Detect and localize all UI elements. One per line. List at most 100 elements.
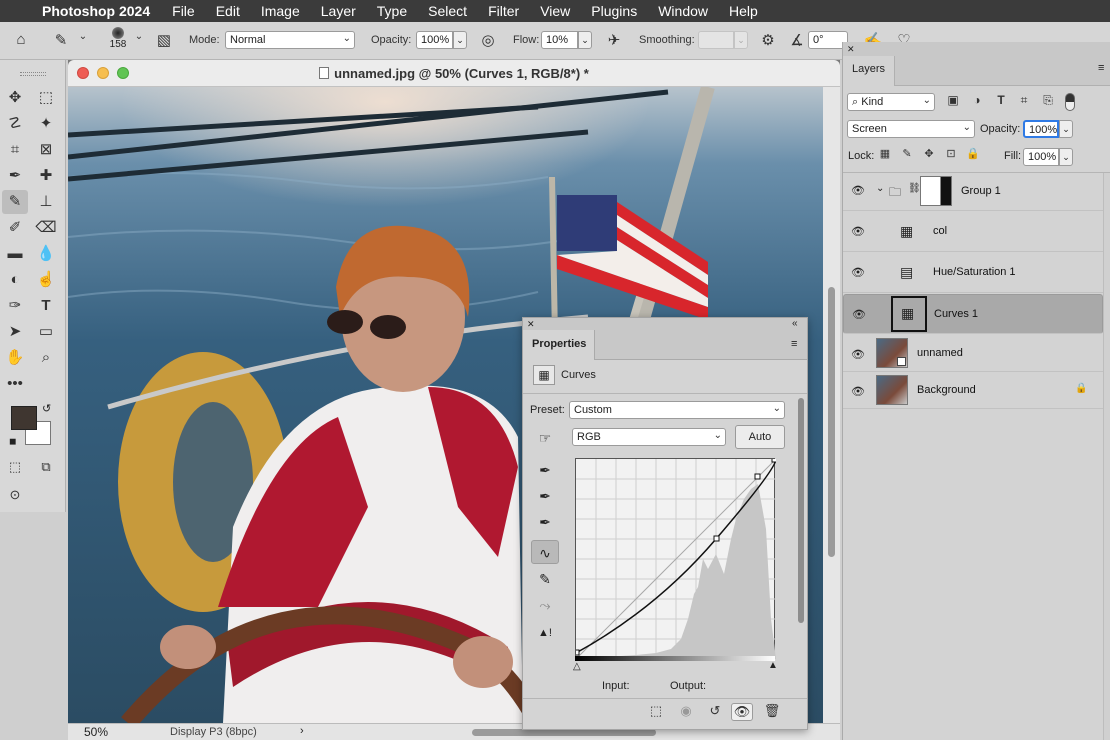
- layer-opacity-dropdown[interactable]: ⌄: [1059, 120, 1073, 138]
- visibility-eye-icon[interactable]: 👁: [731, 703, 753, 721]
- link-icon[interactable]: ⛓: [908, 183, 921, 194]
- smudge-tool-icon[interactable]: ☝: [33, 268, 59, 292]
- lasso-tool-icon[interactable]: ☡: [2, 112, 28, 136]
- targeted-adjustment-icon[interactable]: ☞: [531, 426, 559, 450]
- group-mask-thumbnail[interactable]: [920, 176, 952, 206]
- filter-smart-object-icon[interactable]: ⎘: [1039, 93, 1057, 108]
- panel-menu-icon[interactable]: ≡: [1098, 62, 1104, 74]
- tab-properties[interactable]: Properties: [523, 330, 595, 360]
- menu-filter[interactable]: Filter: [488, 3, 519, 19]
- scrollbar-thumb[interactable]: [828, 287, 835, 557]
- lock-all-icon[interactable]: 🔒: [965, 147, 981, 160]
- filter-type-icon[interactable]: T: [992, 93, 1010, 107]
- healing-brush-tool-icon[interactable]: ✚: [33, 164, 59, 188]
- filter-kind-select[interactable]: ⌕ Kind ⌄: [847, 93, 935, 111]
- flow-input[interactable]: 10%: [541, 31, 578, 49]
- close-panel-icon[interactable]: ✕: [847, 44, 855, 55]
- channel-select[interactable]: RGB ⌄: [572, 428, 726, 446]
- lock-pixels-icon[interactable]: ✎: [899, 147, 915, 160]
- panel-grip[interactable]: [20, 72, 46, 76]
- default-colors-icon[interactable]: ◼: [9, 436, 16, 447]
- eyedropper-tool-icon[interactable]: ✒: [2, 164, 28, 188]
- black-input-slider[interactable]: △: [573, 661, 581, 672]
- brush-settings-icon[interactable]: ▧: [153, 31, 175, 49]
- gradient-tool-icon[interactable]: ▬: [2, 242, 28, 266]
- brush-size-preview[interactable]: 158: [103, 25, 133, 50]
- menu-view[interactable]: View: [540, 3, 570, 19]
- menu-select[interactable]: Select: [428, 3, 467, 19]
- menu-edit[interactable]: Edit: [216, 3, 240, 19]
- quick-mask-icon[interactable]: ⬚: [2, 455, 28, 479]
- more-tools-icon[interactable]: •••: [2, 372, 28, 396]
- app-menu[interactable]: Photoshop 2024: [42, 3, 150, 19]
- lock-icon[interactable]: 🔒: [1075, 383, 1087, 394]
- gear-icon[interactable]: ⚙: [757, 31, 779, 49]
- foreground-color-swatch-top[interactable]: [11, 406, 37, 430]
- hand-tool-icon[interactable]: ✋: [2, 346, 28, 370]
- close-panel-icon[interactable]: ✕: [527, 319, 535, 330]
- frame-tool-icon[interactable]: ⊠: [33, 138, 59, 162]
- layer-row-hue-saturation-1[interactable]: 👁 ▤ Hue/Saturation 1: [843, 253, 1103, 293]
- clipping-warning-icon[interactable]: ▲!: [531, 621, 559, 645]
- reset-icon[interactable]: ↺: [704, 703, 726, 719]
- fill-input[interactable]: 100%: [1023, 148, 1059, 166]
- auto-button[interactable]: Auto: [735, 425, 785, 449]
- lock-artboard-icon[interactable]: ⊡: [943, 147, 959, 160]
- stamp-tool-icon[interactable]: ⊥: [33, 190, 59, 214]
- chevron-down-icon[interactable]: ⌄: [132, 31, 146, 42]
- pressure-opacity-icon[interactable]: ◎: [477, 31, 499, 49]
- curve-edit-points-icon[interactable]: ∿: [531, 540, 559, 564]
- swap-colors-icon[interactable]: ↺: [42, 402, 51, 415]
- screen-mode-icon[interactable]: ⧉: [33, 455, 59, 479]
- menu-type[interactable]: Type: [377, 3, 407, 19]
- home-icon[interactable]: ⌂: [10, 31, 32, 48]
- layer-thumbnail[interactable]: [876, 375, 908, 405]
- menu-file[interactable]: File: [172, 3, 195, 19]
- blend-mode-select[interactable]: Screen ⌄: [847, 120, 975, 138]
- chevron-down-icon[interactable]: ⌄: [876, 183, 884, 194]
- menu-image[interactable]: Image: [261, 3, 300, 19]
- layer-thumbnail[interactable]: [876, 338, 908, 368]
- path-selection-tool-icon[interactable]: ➤: [2, 320, 28, 344]
- visibility-eye-icon[interactable]: 👁: [851, 184, 865, 197]
- tab-layers[interactable]: Layers: [843, 56, 895, 86]
- layer-row-unnamed[interactable]: 👁 unnamed: [843, 335, 1103, 372]
- view-previous-state-icon[interactable]: ◉: [675, 703, 697, 719]
- canvas-vertical-scrollbar[interactable]: [823, 87, 840, 723]
- scrollbar-thumb[interactable]: [798, 398, 804, 623]
- layer-row-curves-1[interactable]: 👁 ▦ Curves 1: [843, 294, 1103, 334]
- menu-layer[interactable]: Layer: [321, 3, 356, 19]
- visibility-eye-icon[interactable]: 👁: [851, 348, 865, 361]
- mode-select[interactable]: Normal ⌄: [225, 31, 355, 49]
- layer-row-group-1[interactable]: 👁 ⌄ 🗀 ⛓ Group 1: [843, 171, 1103, 211]
- marquee-tool-icon[interactable]: ⬚: [33, 86, 59, 110]
- history-brush-tool-icon[interactable]: ✐: [2, 216, 28, 240]
- layer-row-background[interactable]: 👁 Background 🔒: [843, 372, 1103, 409]
- trash-icon[interactable]: 🗑: [761, 703, 783, 719]
- visibility-eye-icon[interactable]: 👁: [851, 225, 865, 238]
- layer-opacity-input[interactable]: 100%: [1023, 120, 1059, 138]
- menu-window[interactable]: Window: [658, 3, 708, 19]
- magic-wand-tool-icon[interactable]: ✦: [33, 112, 59, 136]
- visibility-eye-icon[interactable]: 👁: [852, 308, 866, 321]
- white-point-eyedropper-icon[interactable]: ✒: [531, 510, 559, 534]
- clip-to-layer-icon[interactable]: ⬚: [645, 703, 667, 719]
- blur-tool-icon[interactable]: 💧: [33, 242, 59, 266]
- panel-menu-icon[interactable]: ≡: [791, 338, 797, 350]
- white-input-slider[interactable]: ▲: [768, 660, 778, 671]
- horizontal-scrollbar-thumb[interactable]: [472, 729, 656, 736]
- zoom-tool-icon[interactable]: ⌕: [33, 346, 59, 370]
- type-tool-icon[interactable]: T: [33, 294, 59, 318]
- menu-help[interactable]: Help: [729, 3, 758, 19]
- dodge-tool-icon[interactable]: ◐: [2, 268, 28, 292]
- collapse-panel-icon[interactable]: «: [792, 318, 798, 329]
- fill-dropdown[interactable]: ⌄: [1059, 148, 1073, 166]
- flow-dropdown[interactable]: ⌄: [578, 31, 592, 49]
- curves-graph[interactable]: [573, 456, 778, 660]
- menu-plugins[interactable]: Plugins: [591, 3, 637, 19]
- brush-tool-icon[interactable]: ✎: [2, 190, 28, 214]
- pen-tool-icon[interactable]: ✑: [2, 294, 28, 318]
- gray-point-eyedropper-icon[interactable]: ✒: [531, 484, 559, 508]
- move-tool-icon[interactable]: ✥: [2, 86, 28, 110]
- rectangle-tool-icon[interactable]: ▭: [33, 320, 59, 344]
